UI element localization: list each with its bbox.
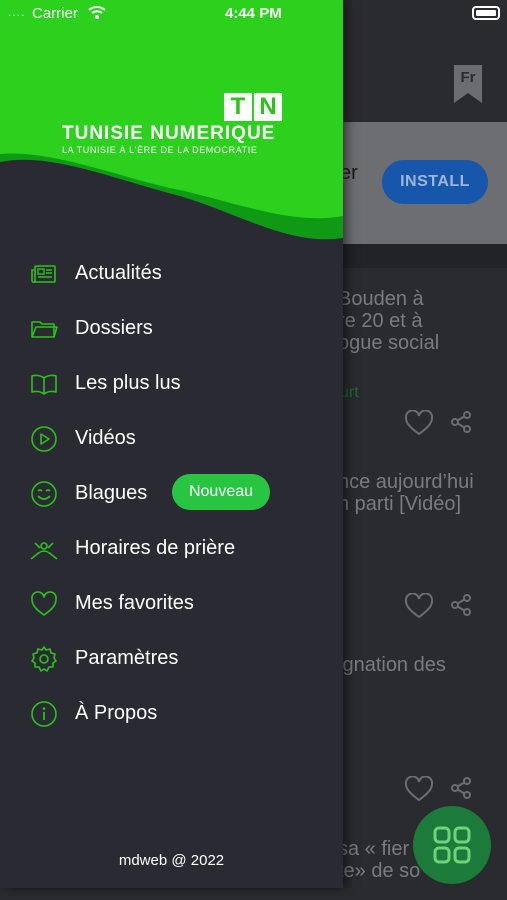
menu-item-mes-favorites[interactable]: Mes favorites: [0, 576, 343, 631]
newspaper-icon: [31, 265, 56, 284]
menu-label: Dossiers: [75, 317, 153, 339]
drawer-header: .... Carrier 4:44 PM T N TUNISIE NUMERIQ…: [0, 0, 343, 250]
menu-label: Les plus lus: [75, 372, 181, 394]
logo-title: TUNISIE NUMERIQUE: [62, 123, 276, 144]
menu-item-a-propos[interactable]: À Propos: [0, 686, 343, 741]
play-icon: [31, 426, 57, 452]
new-badge: Nouveau: [172, 474, 270, 510]
feed-text[interactable]: ogue social: [338, 332, 439, 355]
folder-icon: [31, 321, 58, 338]
footer-credit: mdweb @ 2022: [118, 852, 225, 869]
feed-text[interactable]: ignation des: [338, 654, 446, 677]
menu-label: À Propos: [75, 702, 158, 724]
menu-item-dossiers[interactable]: Dossiers: [0, 301, 343, 356]
prayer-icon: [30, 542, 58, 560]
wifi-icon: [88, 6, 106, 19]
status-time: 4:44 PM: [225, 5, 282, 22]
menu-item-parametres[interactable]: Paramètres: [0, 631, 343, 686]
info-icon: [31, 701, 57, 727]
feed-text[interactable]: te» de so: [338, 860, 420, 883]
logo-letter-t: T: [224, 93, 252, 121]
language-button[interactable]: Fr: [452, 63, 484, 105]
logo-subtitle: LA TUNISIE À L'ÈRE DE LA DEMOCRATIE: [62, 145, 258, 155]
status-bar: .... Carrier 4:44 PM: [0, 0, 343, 28]
grid-icon: [433, 826, 471, 864]
menu-label: Paramètres: [75, 647, 179, 669]
heart-icon[interactable]: [404, 593, 434, 619]
menu-item-horaires-de-priere[interactable]: Horaires de prière: [0, 521, 343, 576]
heart-icon[interactable]: [404, 776, 434, 802]
feed-text[interactable]: nce aujourd’hui: [338, 471, 474, 494]
menu-label: Mes favorites: [75, 592, 194, 614]
logo-letter-n: N: [254, 93, 282, 121]
signal-icon: ....: [8, 5, 26, 19]
feed-text[interactable]: re 20 et à: [338, 310, 423, 333]
battery-icon: [472, 6, 500, 20]
share-icon[interactable]: [449, 776, 473, 800]
gear-icon: [31, 646, 57, 672]
language-label: Fr: [460, 69, 476, 86]
feed-text[interactable]: n parti [Vidéo]: [338, 493, 461, 516]
carrier-label: Carrier: [32, 5, 78, 22]
menu-item-les-plus-lus[interactable]: Les plus lus: [0, 356, 343, 411]
menu-label: Horaires de prière: [75, 537, 236, 559]
menu-label: Vidéos: [75, 427, 136, 449]
book-icon: [31, 374, 57, 395]
feed-text[interactable]: Bouden à: [338, 288, 424, 311]
menu-item-videos[interactable]: Vidéos: [0, 411, 343, 466]
feed-text[interactable]: sa « fier: [338, 838, 409, 861]
share-icon[interactable]: [449, 410, 473, 434]
heart-icon: [31, 591, 57, 616]
smiley-icon: [31, 481, 57, 507]
menu-label: Blagues: [75, 482, 148, 504]
menu-label: Actualités: [75, 262, 162, 284]
menu-item-actualites[interactable]: Actualités: [0, 246, 343, 301]
share-icon[interactable]: [449, 593, 473, 617]
heart-icon[interactable]: [404, 410, 434, 436]
navigation-drawer[interactable]: .... Carrier 4:44 PM T N TUNISIE NUMERIQ…: [0, 0, 343, 888]
install-button[interactable]: INSTALL: [382, 160, 488, 204]
categories-fab[interactable]: [413, 806, 491, 884]
